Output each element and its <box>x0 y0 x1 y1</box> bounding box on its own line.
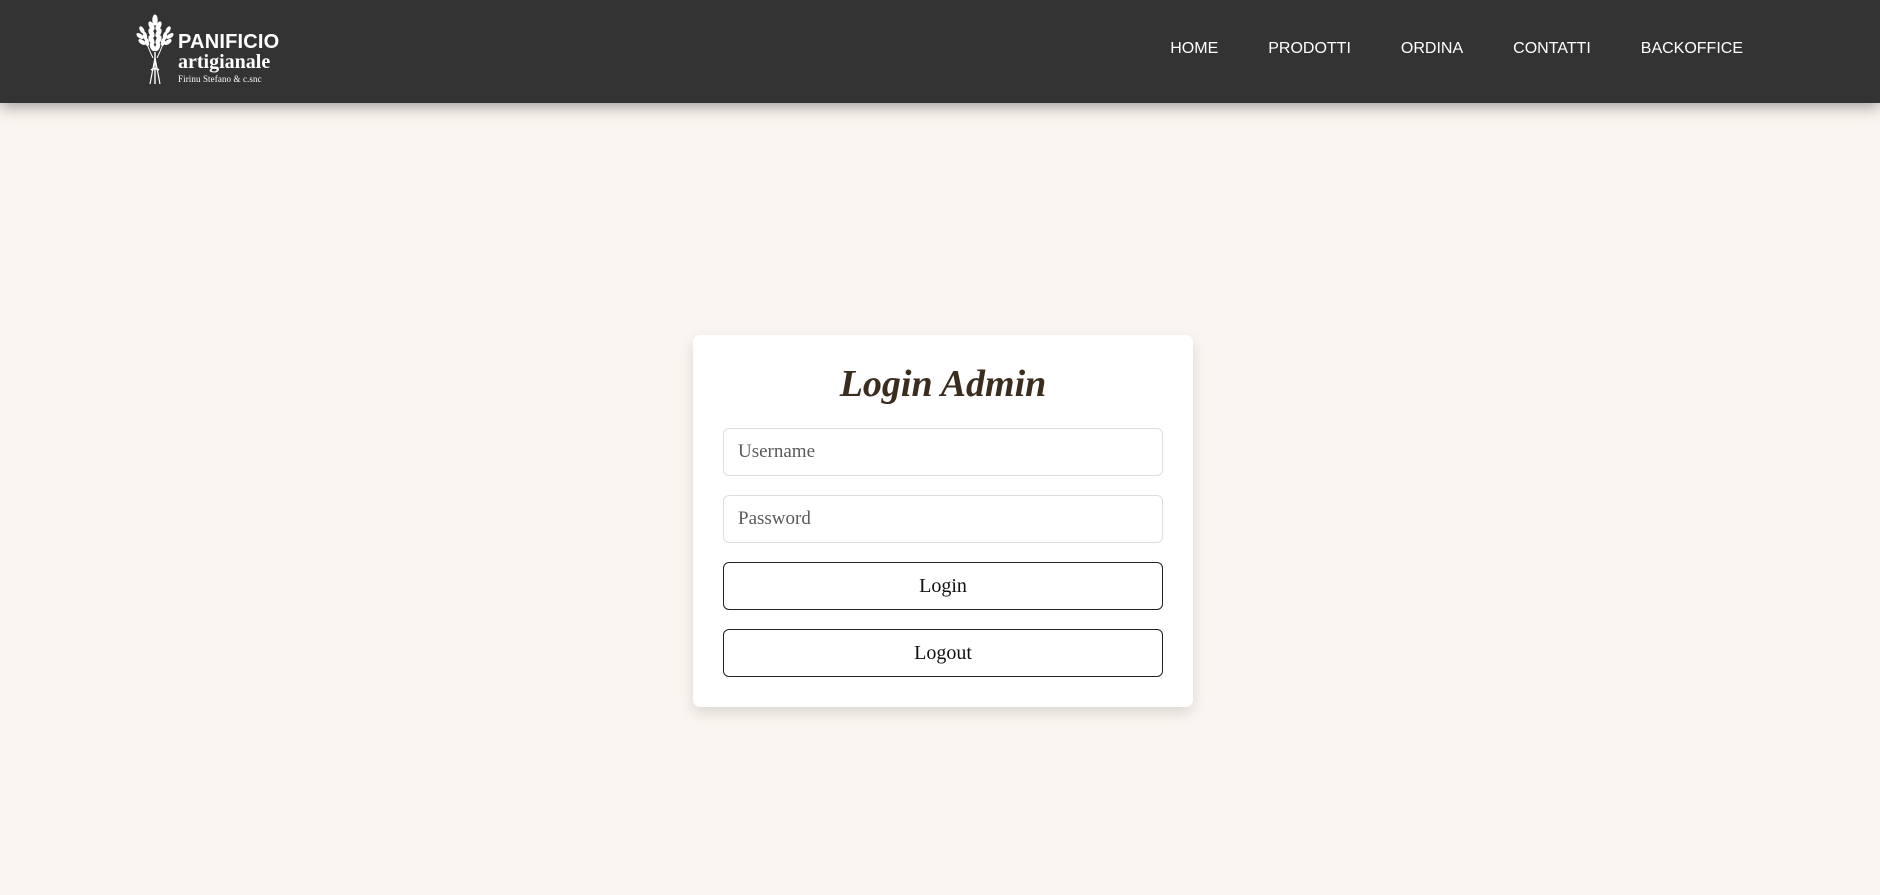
wheat-icon <box>136 14 174 85</box>
logo-link[interactable]: PANIFICIO artigianale Firinu Stefano & c… <box>134 12 284 86</box>
nav-item-prodotti[interactable]: PRODOTTI <box>1268 40 1351 58</box>
logo-company-name: Firinu Stefano & c.snc <box>178 74 262 84</box>
nav-item-ordina[interactable]: ORDINA <box>1401 40 1463 58</box>
logo-brand-subtitle: artigianale <box>178 51 271 73</box>
nav-item-contatti[interactable]: CONTATTI <box>1513 40 1591 58</box>
logo-brand-name: PANIFICIO <box>178 31 280 53</box>
username-input[interactable] <box>723 428 1163 476</box>
login-card: Login Admin Login Logout <box>693 335 1193 707</box>
nav-item-backoffice[interactable]: BACKOFFICE <box>1641 40 1743 58</box>
login-title: Login Admin <box>839 363 1047 405</box>
logout-button[interactable]: Logout <box>723 629 1163 677</box>
nav-item-home[interactable]: HOME <box>1170 40 1218 58</box>
main-nav: HOME PRODOTTI ORDINA CONTATTI BACKOFFICE <box>1120 0 1743 97</box>
logo-text: PANIFICIO artigianale Firinu Stefano & c… <box>178 32 279 84</box>
login-button[interactable]: Login <box>723 562 1163 610</box>
password-input[interactable] <box>723 495 1163 543</box>
site-header: PANIFICIO artigianale Firinu Stefano & c… <box>0 0 1880 103</box>
